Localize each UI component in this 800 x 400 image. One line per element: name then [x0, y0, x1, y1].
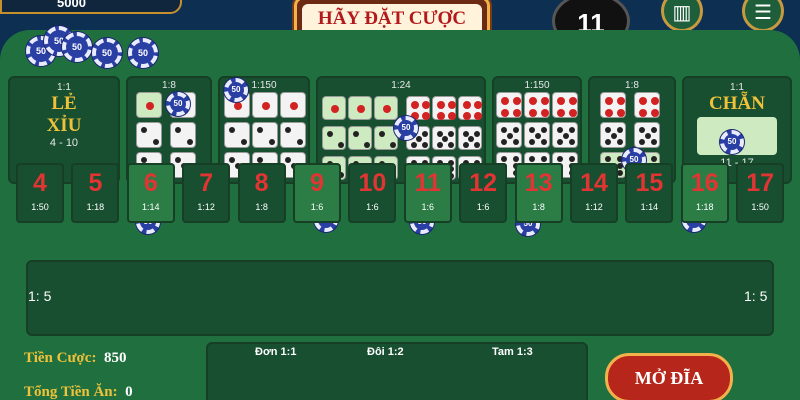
chip-stack[interactable]: 50	[92, 38, 122, 68]
odds-label: 1:12	[197, 202, 215, 212]
bet-small-range: 4 - 10	[49, 137, 79, 149]
single-bet-label: Đơn 1:1	[255, 346, 297, 358]
odds-label: 1:6	[421, 202, 435, 212]
number-label: 7	[199, 169, 214, 197]
double-bet-label: Đôi 1:2	[367, 346, 404, 358]
odds-label: 1:50	[31, 202, 49, 212]
odds-label: 1:1	[730, 82, 744, 93]
odds-label: 1:8	[162, 80, 176, 91]
dice-face-1	[252, 92, 278, 118]
bet-chip[interactable]: 50	[166, 92, 190, 116]
odds-label: 1:14	[142, 202, 160, 212]
number-label: 6	[143, 169, 158, 197]
dice-face-2	[136, 122, 162, 148]
bet-big-label: CHẴN	[709, 93, 765, 114]
odds-label: 1:1	[57, 82, 71, 93]
odds-label: 1:8	[532, 202, 545, 212]
odds-label: 1:18	[696, 202, 714, 212]
bet-total: Tiền Cược: 850	[24, 350, 127, 366]
odds-label: 1:12	[585, 202, 603, 212]
dice-face-1	[348, 96, 372, 120]
dice-face-4	[524, 92, 550, 118]
dice-face-5	[634, 122, 660, 148]
number-label: 17	[746, 169, 775, 197]
bet-chip[interactable]: 50	[224, 78, 248, 102]
number-bet-17[interactable]: 17 1:50	[736, 163, 785, 223]
number-label: 10	[358, 169, 387, 197]
dice-face-5	[496, 122, 522, 148]
dice-face-4	[496, 92, 522, 118]
bet-chip[interactable]: 50	[394, 116, 418, 140]
odds-label: 1:50	[751, 202, 769, 212]
bet-small-label1: LẺ	[51, 93, 77, 114]
dice-face-5	[552, 122, 578, 148]
number-label: 12	[469, 169, 498, 197]
pair-odds-right: 1: 5	[744, 288, 768, 304]
dice-face-5	[432, 126, 456, 150]
number-label: 15	[635, 169, 664, 197]
number-label: 13	[524, 169, 553, 197]
number-label: 11	[414, 169, 442, 197]
open-bowl-button[interactable]: MỞ ĐĨA	[605, 353, 733, 400]
dice-face-5	[600, 122, 626, 148]
number-bet-15[interactable]: 15 1:14	[625, 163, 674, 223]
pair-bet-row[interactable]	[26, 260, 774, 336]
number-label: 8	[254, 169, 269, 197]
odds-label: 1:150	[524, 80, 550, 91]
odds-label: 1:14	[640, 202, 659, 212]
odds-label: 1:6	[366, 202, 379, 212]
dice-face-4	[552, 92, 578, 118]
number-label: 14	[580, 169, 608, 197]
odds-label: 1:18	[86, 202, 105, 212]
dice-face-4	[432, 96, 456, 120]
number-bet-8[interactable]: 8 1:8	[237, 163, 286, 223]
dice-face-5	[458, 126, 482, 150]
number-bet-6[interactable]: 6 1:14	[126, 163, 175, 223]
number-bet-10[interactable]: 10 1:6	[348, 163, 397, 223]
chip-stack[interactable]: 50	[128, 38, 158, 68]
number-bet-5[interactable]: 5 1:18	[71, 163, 120, 223]
balance-display: 5000	[0, 0, 182, 14]
odds-label: 1:8	[625, 80, 639, 91]
triple-bet-label: Tam 1:3	[492, 346, 533, 358]
dice-face-4	[634, 92, 660, 118]
number-bet-12[interactable]: 12 1:6	[459, 163, 508, 223]
dice-face-1	[322, 96, 346, 120]
number-bet-9[interactable]: 9 1:6	[293, 163, 341, 223]
dice-face-1	[280, 92, 306, 118]
odds-label: 1:8	[255, 202, 268, 212]
number-label: 9	[310, 169, 324, 197]
number-label: 4	[33, 169, 47, 197]
bet-chip[interactable]: 50	[720, 130, 744, 154]
number-label: 5	[88, 169, 103, 197]
pair-odds-left: 1: 5	[28, 288, 52, 304]
chip-stack[interactable]: 50	[62, 32, 92, 62]
number-bet-16[interactable]: 16 1:18	[680, 163, 729, 223]
dice-face-2	[224, 122, 250, 148]
odds-label: 1:6	[310, 202, 324, 212]
dice-face-2	[280, 122, 306, 148]
number-bet-13[interactable]: 13 1:8	[514, 163, 563, 223]
number-bet-7[interactable]: 7 1:12	[182, 163, 231, 223]
balance-value: 5000	[57, 0, 86, 10]
odds-label: 1:6	[476, 202, 490, 212]
dice-face-1	[374, 96, 398, 120]
dice-face-4	[458, 96, 482, 120]
number-bet-4[interactable]: 4 1:50	[16, 163, 64, 223]
win-total: Tổng Tiền Ăn: 0	[24, 384, 133, 400]
odds-label: 1:24	[391, 80, 411, 91]
number-label: 16	[690, 169, 719, 197]
dice-face-2	[322, 126, 346, 150]
dice-face-2	[170, 122, 196, 148]
dice-face-2	[252, 122, 278, 148]
dice-face-5	[524, 122, 550, 148]
dice-face-4	[600, 92, 626, 118]
bet-small-label2: XỈU	[46, 115, 82, 136]
dice-face-1	[136, 92, 162, 118]
dice-face-2	[348, 126, 372, 150]
number-bet-11[interactable]: 11 1:6	[403, 163, 452, 223]
number-bet-14[interactable]: 14 1:12	[570, 163, 618, 223]
